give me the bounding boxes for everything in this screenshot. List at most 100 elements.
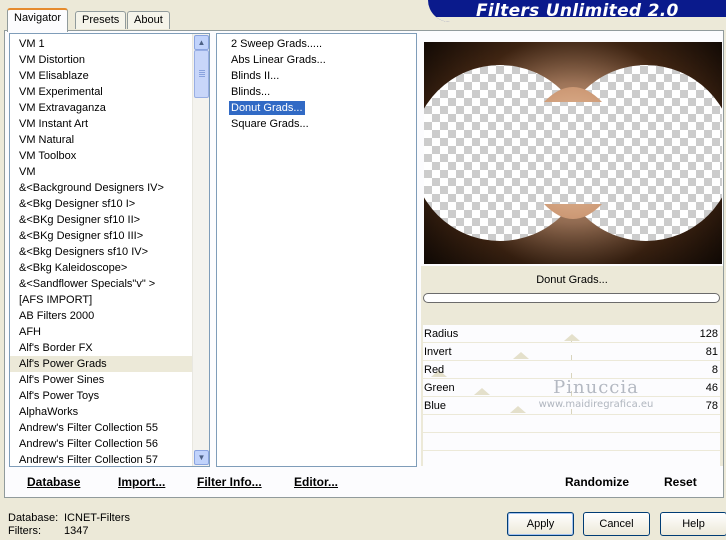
category-item[interactable]: VM Natural [10,132,192,148]
help-button[interactable]: Help [660,512,726,536]
filter-item-label: Abs Linear Grads... [231,54,326,66]
param-slider-red[interactable]: Red 8 [423,361,720,379]
slider-thumb[interactable] [474,388,490,395]
category-item[interactable]: &<BKg Designer sf10 II> [10,212,192,228]
category-item[interactable]: VM Experimental [10,84,192,100]
banner-title: Filters Unlimited 2.0 [476,1,679,21]
param-value: 8 [711,364,718,376]
category-item[interactable]: VM Distortion [10,52,192,68]
filter-info-label: Filter Info... [197,475,262,489]
filter-item-label: Donut Grads... [229,101,305,115]
title-banner: Filters Unlimited 2.0 [428,0,726,22]
database-info-label: Database: [8,512,59,524]
param-value: 46 [705,382,718,394]
apply-button[interactable]: Apply [507,512,574,536]
category-item[interactable]: &<BKg Designer sf10 III> [10,228,192,244]
cancel-button[interactable]: Cancel [583,512,650,536]
empty-param-row [423,451,720,468]
slider-center-tick [571,373,572,378]
category-item[interactable]: VM 1 [10,36,192,52]
category-item[interactable]: VM Extravaganza [10,100,192,116]
filter-items: 2 Sweep Grads..... Abs Linear Grads... Bli… [217,36,416,132]
param-slider-invert[interactable]: Invert 81 [423,343,720,361]
editor-button[interactable]: Editor... [294,475,338,489]
slider-thumb[interactable] [510,406,526,413]
import-label: Import... [118,475,166,489]
category-item[interactable]: VM Toolbox [10,148,192,164]
category-item[interactable]: &<Bkg Kaleidoscope> [10,260,192,276]
param-label: Blue [424,400,447,412]
filter-item-label: Square Grads... [231,118,309,130]
category-item[interactable]: &<Sandflower Specials"v" > [10,276,192,292]
param-value: 128 [699,328,718,340]
randomize-button[interactable]: Randomize [565,475,629,489]
category-item[interactable]: Andrew's Filter Collection 55 [10,420,192,436]
database-info-value: ICNET-Filters [64,512,130,524]
tab-navigator[interactable]: Navigator [7,8,69,32]
empty-param-row [423,433,720,450]
preview-image [424,42,722,264]
category-item[interactable]: VM Instant Art [10,116,192,132]
editor-label: Editor... [294,475,339,489]
category-items: VM 1 VM Distortion VM Elisablaze VM Experim… [10,36,192,466]
filter-item[interactable]: Donut Grads... [217,100,416,116]
param-value: 81 [705,346,718,358]
current-filter-name: Donut Grads... [536,274,608,286]
tab-presets[interactable]: Presets [75,11,127,29]
category-item[interactable]: &<Bkg Designers sf10 IV> [10,244,192,260]
param-value: 78 [705,400,718,412]
category-scrollbar[interactable]: ▲ ▼ [192,34,209,466]
category-list[interactable]: VM 1 VM Distortion VM Elisablaze VM Experim… [9,33,210,467]
param-slider-green[interactable]: Green 46 [423,379,720,397]
category-item[interactable]: &<Bkg Designer sf10 I> [10,196,192,212]
scroll-down-button[interactable]: ▼ [194,450,209,465]
scroll-grip-icon [199,70,205,71]
preview-svg [424,42,722,264]
category-item[interactable]: Alf's Power Toys [10,388,192,404]
category-item[interactable]: AlphaWorks [10,404,192,420]
category-item[interactable]: Alf's Power Grads [10,356,192,372]
filter-item-label: Blinds... [231,86,271,98]
panel-action-bar: Database Import... Filter Info... Editor… [9,470,723,494]
param-slider-blue[interactable]: Blue 78 [423,397,720,415]
filter-list[interactable]: 2 Sweep Grads..... Abs Linear Grads... Bli… [216,33,417,467]
slider-center-tick [571,355,572,360]
empty-param-row [423,415,720,432]
reset-button[interactable]: Reset [664,475,697,489]
category-item[interactable]: VM [10,164,192,180]
category-item[interactable]: AB Filters 2000 [10,308,192,324]
param-slider-radius[interactable]: Radius 128 [423,325,720,343]
filter-controls: Donut Grads... Radius 128 Invert 81 Red 8 Gree… [421,266,723,468]
filter-item[interactable]: 2 Sweep Grads..... [217,36,416,52]
param-label: Green [424,382,455,394]
category-item[interactable]: Alf's Border FX [10,340,192,356]
category-item[interactable]: &<Background Designers IV> [10,180,192,196]
database-info: Database: ICNET-Filters Filters: 1347 [8,512,130,538]
database-label: Database [27,475,81,489]
database-button[interactable]: Database [27,475,80,489]
filter-item[interactable]: Abs Linear Grads... [217,52,416,68]
filters-count-value: 1347 [64,525,89,537]
slider-thumb[interactable] [564,334,580,341]
category-item[interactable]: VM Elisablaze [10,68,192,84]
param-label: Invert [424,346,452,358]
category-item[interactable]: Andrew's Filter Collection 57 [10,452,192,466]
progress-bar [423,293,720,303]
filter-item-label: Blinds II... [231,70,280,82]
filters-count-label: Filters: [8,525,41,537]
filter-info-button[interactable]: Filter Info... [197,475,262,489]
param-label: Red [424,364,445,376]
filter-item[interactable]: Blinds... [217,84,416,100]
category-item[interactable]: [AFS IMPORT] [10,292,192,308]
filter-item[interactable]: Blinds II... [217,68,416,84]
scroll-thumb[interactable] [194,50,209,98]
filter-item[interactable]: Square Grads... [217,116,416,132]
category-item[interactable]: AFH [10,324,192,340]
category-item[interactable]: Alf's Power Sines [10,372,192,388]
category-item[interactable]: Andrew's Filter Collection 56 [10,436,192,452]
tab-about[interactable]: About [127,11,170,29]
slider-thumb[interactable] [513,352,529,359]
scroll-up-button[interactable]: ▲ [194,35,209,50]
import-button[interactable]: Import... [118,475,165,489]
slider-center-tick [571,391,572,396]
